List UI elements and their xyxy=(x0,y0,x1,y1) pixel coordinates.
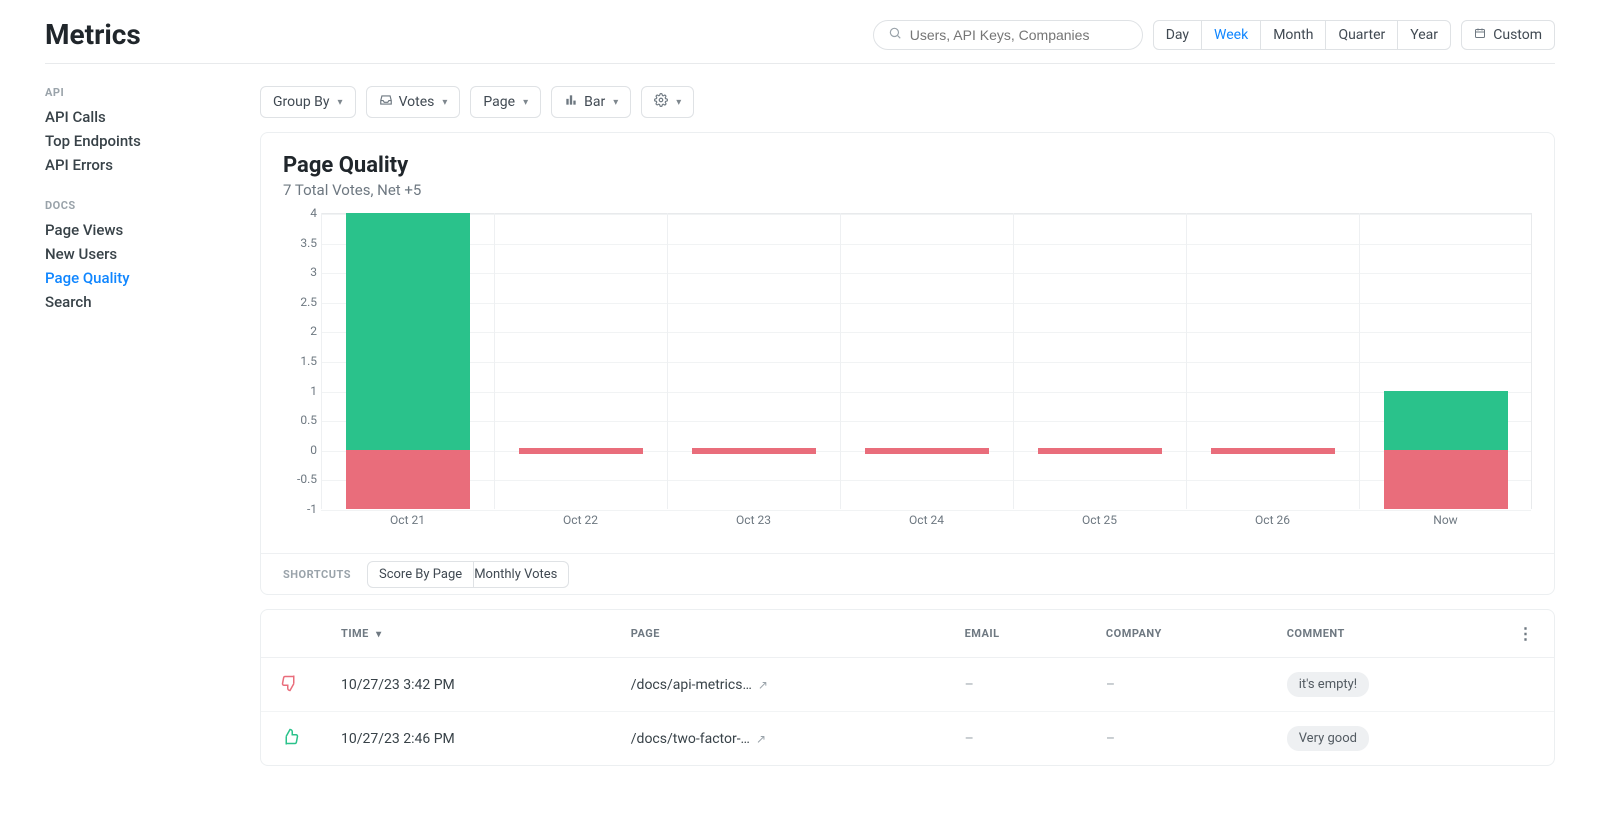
charttype-dropdown[interactable]: Bar ▾ xyxy=(551,86,631,118)
y-tick: 0 xyxy=(283,443,317,457)
external-link-icon[interactable]: ↗ xyxy=(758,678,768,692)
y-tick: -0.5 xyxy=(283,472,317,486)
page-label: Page xyxy=(483,94,515,110)
chart-subtitle: 7 Total Votes, Net +5 xyxy=(283,181,1532,199)
bar-zero-marker xyxy=(692,448,816,454)
cell-company: – xyxy=(1086,712,1267,766)
calendar-icon xyxy=(1474,28,1489,43)
cell-company: – xyxy=(1086,658,1267,712)
y-tick: 3 xyxy=(283,265,317,279)
bar-zero-marker xyxy=(865,448,989,454)
range-month[interactable]: Month xyxy=(1261,21,1326,49)
y-tick: 1.5 xyxy=(283,354,317,368)
chevron-down-icon: ▾ xyxy=(523,97,528,108)
cell-email: – xyxy=(945,658,1086,712)
votes-dropdown[interactable]: Votes ▾ xyxy=(366,86,461,118)
chevron-down-icon: ▾ xyxy=(338,97,343,108)
sort-desc-icon: ▾ xyxy=(376,629,382,640)
col-page[interactable]: PAGE xyxy=(611,610,945,658)
chevron-down-icon: ▾ xyxy=(613,97,618,108)
sidebar-heading: DOCS xyxy=(45,199,260,212)
y-tick: 1 xyxy=(283,384,317,398)
sidebar-item-api-calls[interactable]: API Calls xyxy=(45,105,260,129)
shortcut-score-by-page[interactable]: Score By Page xyxy=(367,561,474,588)
custom-range-label: Custom xyxy=(1493,27,1542,43)
bar-zero-marker xyxy=(519,448,643,454)
page-title: Metrics xyxy=(45,18,141,51)
shortcut-monthly-votes[interactable]: Monthly Votes xyxy=(463,561,569,588)
y-tick: 2 xyxy=(283,324,317,338)
settings-dropdown[interactable]: ▾ xyxy=(641,86,694,118)
time-range-segmented: DayWeekMonthQuarterYear xyxy=(1153,20,1451,50)
groupby-dropdown[interactable]: Group By ▾ xyxy=(260,86,356,118)
cell-comment: it's empty! xyxy=(1267,658,1498,712)
col-email[interactable]: EMAIL xyxy=(945,610,1086,658)
table-actions-button[interactable]: ⋮ xyxy=(1518,624,1535,643)
table-row[interactable]: 10/27/23 2:46 PM/docs/two-factor-…↗––Ver… xyxy=(261,712,1554,766)
sidebar-heading: API xyxy=(45,86,260,99)
y-tick: 4 xyxy=(283,206,317,220)
sidebar: API API CallsTop EndpointsAPI Errors DOCS P… xyxy=(45,86,260,766)
bar-negative[interactable] xyxy=(346,450,470,509)
chart-card: Page Quality 7 Total Votes, Net +5 -1 -0.… xyxy=(260,132,1555,595)
x-tick: Oct 24 xyxy=(840,513,1013,533)
cell-time: 10/27/23 2:46 PM xyxy=(321,712,611,766)
y-tick: 2.5 xyxy=(283,295,317,309)
search-input[interactable] xyxy=(910,27,1128,43)
sidebar-item-top-endpoints[interactable]: Top Endpoints xyxy=(45,129,260,153)
page-dropdown[interactable]: Page ▾ xyxy=(470,86,541,118)
y-tick: 3.5 xyxy=(283,236,317,250)
cell-time: 10/27/23 3:42 PM xyxy=(321,658,611,712)
bar-zero-marker xyxy=(1211,448,1335,454)
y-tick: 0.5 xyxy=(283,413,317,427)
x-tick: Oct 23 xyxy=(667,513,840,533)
range-week[interactable]: Week xyxy=(1202,21,1261,49)
range-day[interactable]: Day xyxy=(1154,21,1202,49)
bar-chart-icon xyxy=(564,93,578,111)
cell-page[interactable]: /docs/api-metrics…↗ xyxy=(611,658,945,712)
sidebar-item-search[interactable]: Search xyxy=(45,290,260,314)
inbox-icon xyxy=(379,93,393,111)
votes-label: Votes xyxy=(399,94,435,110)
sidebar-item-page-quality[interactable]: Page Quality xyxy=(45,266,260,290)
col-time[interactable]: TIME ▾ xyxy=(321,610,611,658)
range-quarter[interactable]: Quarter xyxy=(1326,21,1398,49)
search-input-container[interactable] xyxy=(873,20,1143,50)
chevron-down-icon: ▾ xyxy=(442,97,447,108)
cell-page[interactable]: /docs/two-factor-…↗ xyxy=(611,712,945,766)
bar-zero-marker xyxy=(1038,448,1162,454)
external-link-icon[interactable]: ↗ xyxy=(756,732,766,746)
chart-title: Page Quality xyxy=(283,153,1532,178)
y-tick: -1 xyxy=(283,502,317,516)
table-row[interactable]: 10/27/23 3:42 PM/docs/api-metrics…↗––it'… xyxy=(261,658,1554,712)
x-tick: Now xyxy=(1359,513,1532,533)
x-tick: Oct 21 xyxy=(321,513,494,533)
charttype-label: Bar xyxy=(584,94,605,110)
chevron-down-icon: ▾ xyxy=(676,97,681,108)
shortcuts-label: SHORTCUTS xyxy=(283,568,351,581)
search-icon xyxy=(888,26,902,44)
bar-chart: -1-0.500.511.522.533.54Oct 21Oct 22Oct 2… xyxy=(283,213,1532,533)
custom-range-button[interactable]: Custom xyxy=(1461,20,1555,50)
sidebar-item-new-users[interactable]: New Users xyxy=(45,242,260,266)
col-company[interactable]: COMPANY xyxy=(1086,610,1267,658)
sidebar-item-page-views[interactable]: Page Views xyxy=(45,218,260,242)
x-tick: Oct 25 xyxy=(1013,513,1186,533)
thumb-up-icon xyxy=(281,734,299,750)
bar-positive[interactable] xyxy=(1384,391,1508,450)
sidebar-item-api-errors[interactable]: API Errors xyxy=(45,153,260,177)
bar-positive[interactable] xyxy=(346,213,470,450)
col-comment[interactable]: COMMENT xyxy=(1267,610,1498,658)
bar-negative[interactable] xyxy=(1384,450,1508,509)
range-year[interactable]: Year xyxy=(1398,21,1450,49)
x-tick: Oct 22 xyxy=(494,513,667,533)
votes-table: TIME ▾ PAGE EMAIL COMPANY COMMENT ⋮ xyxy=(260,609,1555,766)
cell-comment: Very good xyxy=(1267,712,1498,766)
thumb-down-icon xyxy=(281,680,299,696)
gear-icon xyxy=(654,93,668,111)
x-tick: Oct 26 xyxy=(1186,513,1359,533)
groupby-label: Group By xyxy=(273,94,330,110)
cell-email: – xyxy=(945,712,1086,766)
